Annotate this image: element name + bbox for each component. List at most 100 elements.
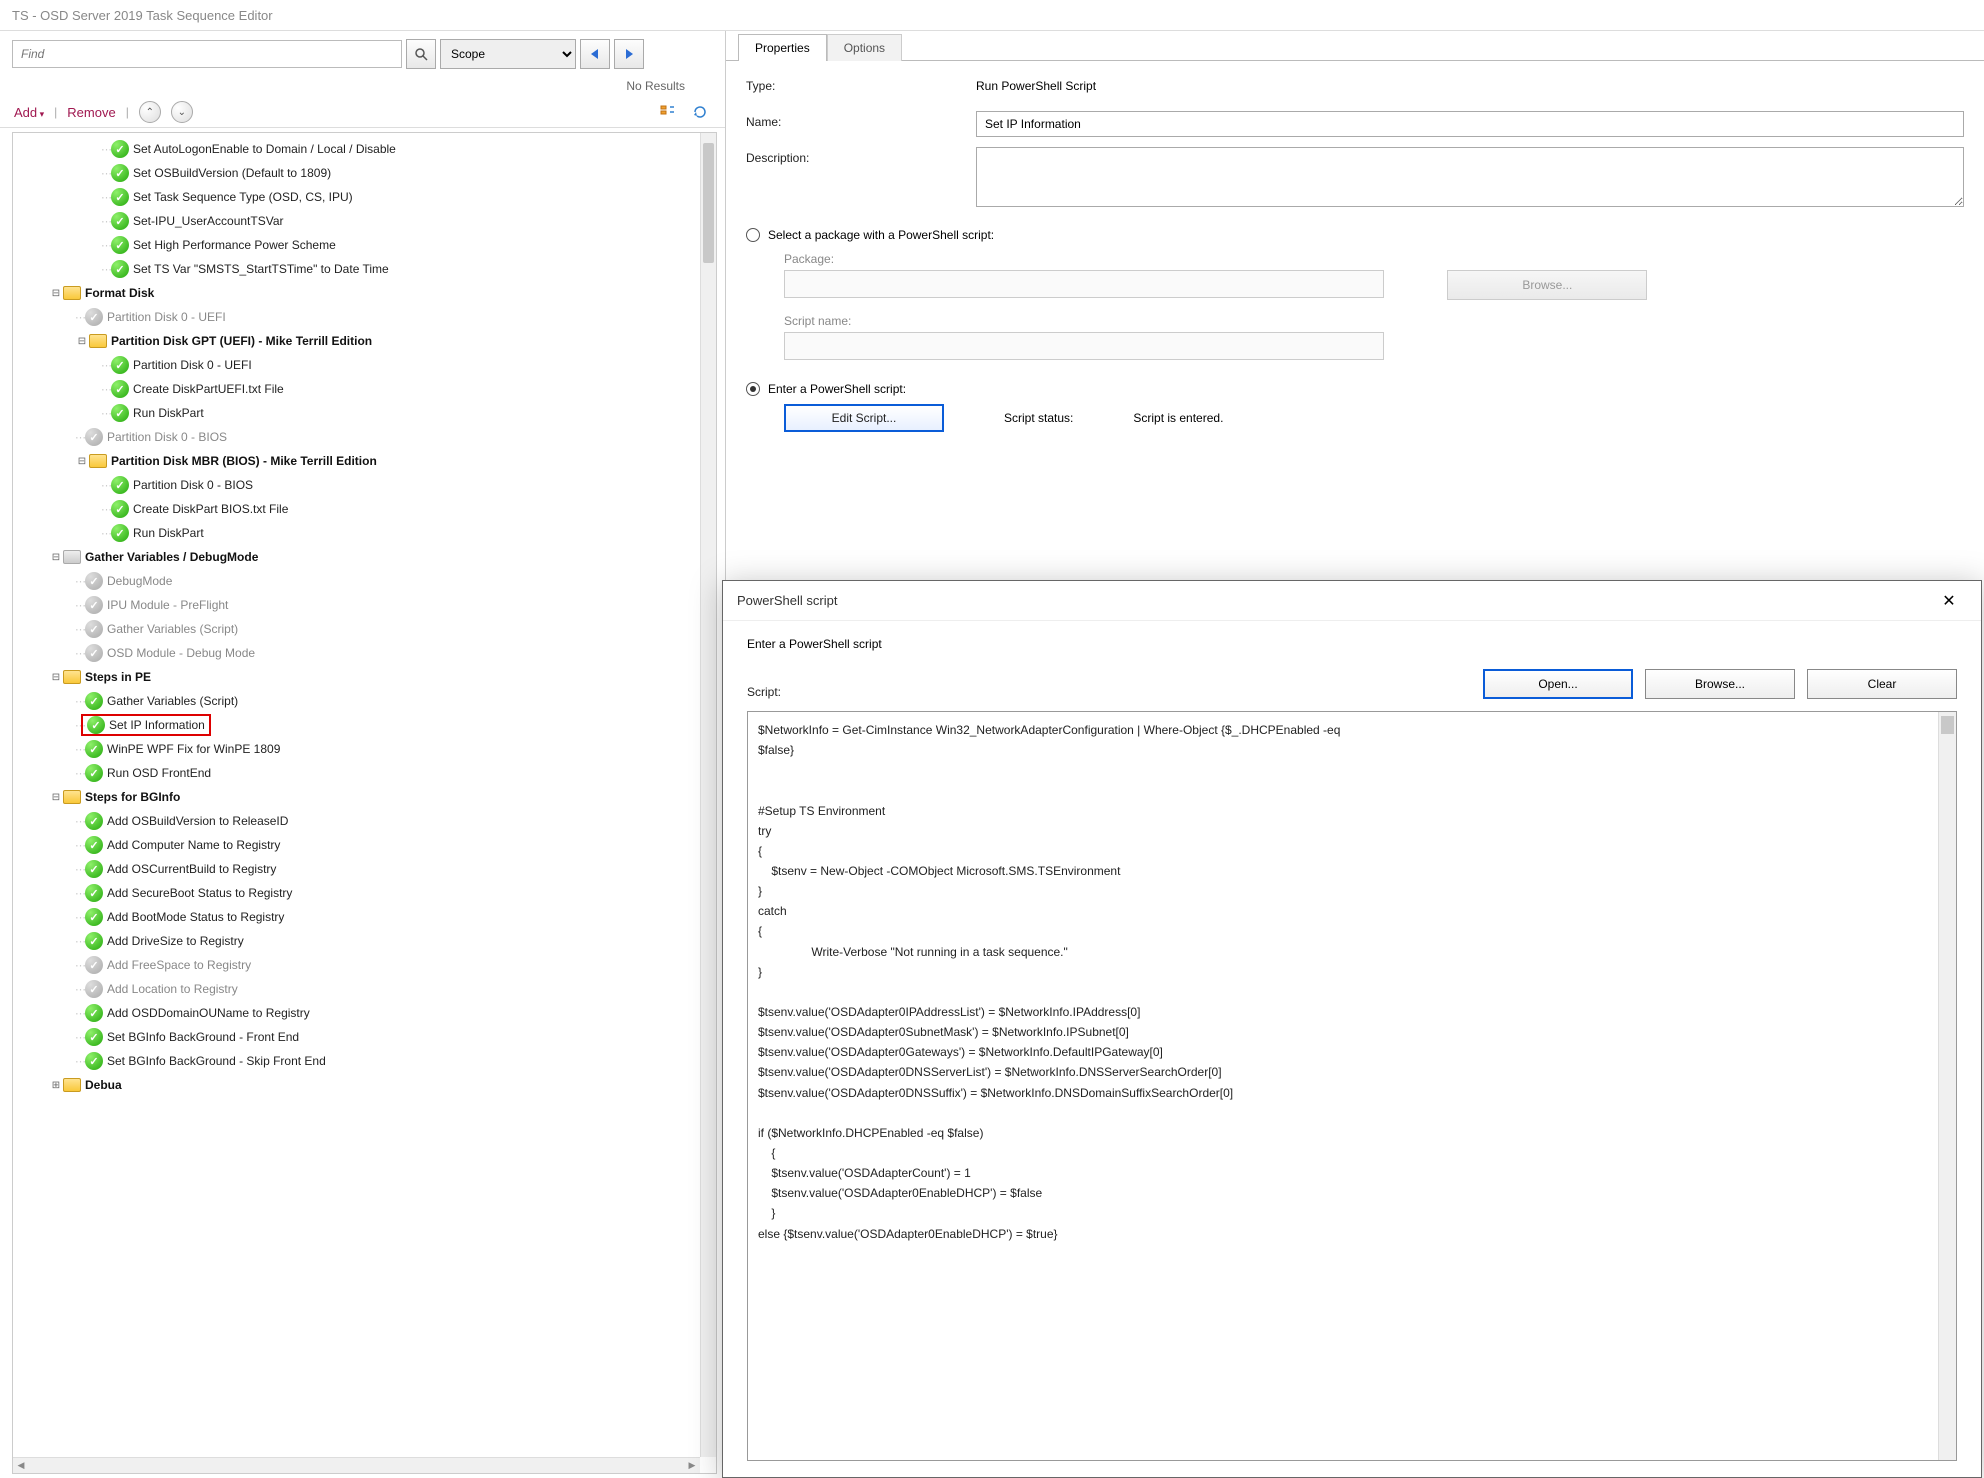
tree-node[interactable]: ⋯Partition Disk 0 - UEFI (13, 353, 700, 377)
tool-icon-2[interactable] (689, 101, 711, 123)
check-icon-disabled (85, 644, 103, 662)
description-field[interactable] (976, 147, 1964, 207)
tree-node[interactable]: ⋯Set OSBuildVersion (Default to 1809) (13, 161, 700, 185)
tree-node[interactable]: ⋯Add Location to Registry (13, 977, 700, 1001)
check-icon (87, 716, 105, 734)
tree-node-label: WinPE WPF Fix for WinPE 1809 (107, 742, 280, 756)
move-up-icon[interactable]: ⌃ (139, 101, 161, 123)
tree-node[interactable]: ⋯IPU Module - PreFlight (13, 593, 700, 617)
search-icon[interactable] (406, 39, 436, 69)
tree-node[interactable]: ⋯WinPE WPF Fix for WinPE 1809 (13, 737, 700, 761)
check-icon (85, 836, 103, 854)
expand-icon[interactable] (75, 456, 89, 467)
edit-script-button[interactable]: Edit Script... (784, 404, 944, 432)
clear-button[interactable]: Clear (1807, 669, 1957, 699)
name-field[interactable] (976, 111, 1964, 137)
tree-node[interactable]: Format Disk (13, 281, 700, 305)
expand-icon[interactable] (49, 288, 63, 299)
script-label: Script: (747, 685, 781, 699)
tree-node[interactable]: Steps for BGInfo (13, 785, 700, 809)
tree-node[interactable]: ⋯DebugMode (13, 569, 700, 593)
tree-node[interactable]: ⋯Set Task Sequence Type (OSD, CS, IPU) (13, 185, 700, 209)
move-down-icon[interactable]: ⌄ (171, 101, 193, 123)
check-icon (85, 1052, 103, 1070)
check-icon (85, 932, 103, 950)
script-vscrollbar[interactable] (1938, 712, 1956, 1460)
search-input[interactable] (12, 40, 402, 68)
tree-node[interactable]: ⋯Add BootMode Status to Registry (13, 905, 700, 929)
tree-node[interactable]: ⋯Set BGInfo BackGround - Skip Front End (13, 1049, 700, 1073)
expand-icon[interactable] (49, 552, 63, 563)
check-icon-disabled (85, 596, 103, 614)
open-button[interactable]: Open... (1483, 669, 1633, 699)
tree-node-label: Add OSDDomainOUName to Registry (107, 1006, 310, 1020)
add-button[interactable]: Add (14, 105, 44, 120)
task-tree[interactable]: ⋯Set AutoLogonEnable to Domain / Local /… (13, 133, 700, 1457)
script-status-label: Script status: (1004, 411, 1073, 425)
tree-node[interactable]: ⋯OSD Module - Debug Mode (13, 641, 700, 665)
prev-result-button[interactable] (580, 39, 610, 69)
tree-node[interactable]: ⋯Run DiskPart (13, 401, 700, 425)
check-icon (85, 692, 103, 710)
tree-node[interactable]: Steps in PE (13, 665, 700, 689)
tree-node[interactable]: ⋯Partition Disk 0 - BIOS (13, 425, 700, 449)
check-icon (85, 860, 103, 878)
package-field (784, 270, 1384, 298)
scriptname-field (784, 332, 1384, 360)
expand-icon[interactable] (49, 1080, 63, 1091)
no-results-label: No Results (0, 77, 725, 97)
tree-node[interactable]: ⋯Set TS Var "SMSTS_StartTSTime" to Date … (13, 257, 700, 281)
tree-node[interactable]: ⋯Add SecureBoot Status to Registry (13, 881, 700, 905)
tree-node[interactable]: ⋯Add OSBuildVersion to ReleaseID (13, 809, 700, 833)
tree-node[interactable]: ⋯Partition Disk 0 - BIOS (13, 473, 700, 497)
tree-node-label: Set Task Sequence Type (OSD, CS, IPU) (133, 190, 353, 204)
tree-node[interactable]: ⋯Add DriveSize to Registry (13, 929, 700, 953)
script-status-value: Script is entered. (1133, 411, 1223, 425)
tab-options[interactable]: Options (827, 34, 902, 61)
tab-properties[interactable]: Properties (738, 34, 827, 61)
check-icon (111, 260, 129, 278)
tree-node[interactable]: ⋯Add OSDDomainOUName to Registry (13, 1001, 700, 1025)
tree-node[interactable]: ⋯Gather Variables (Script) (13, 689, 700, 713)
tree-node[interactable]: Partition Disk MBR (BIOS) - Mike Terrill… (13, 449, 700, 473)
tool-icon-1[interactable] (657, 101, 679, 123)
check-icon (111, 404, 129, 422)
radio-enter-script[interactable] (746, 382, 760, 396)
tree-node[interactable]: ⋯Set AutoLogonEnable to Domain / Local /… (13, 137, 700, 161)
tree-node[interactable]: ⋯Gather Variables (Script) (13, 617, 700, 641)
package-label: Package: (784, 252, 1964, 266)
tree-vscrollbar[interactable] (700, 133, 716, 1457)
tree-hscrollbar[interactable]: ◀▶ (13, 1457, 700, 1473)
scope-select[interactable]: Scope (440, 39, 576, 69)
tree-node[interactable]: ⋯Run OSD FrontEnd (13, 761, 700, 785)
tree-node[interactable]: ⋯Run DiskPart (13, 521, 700, 545)
tree-node[interactable]: ⋯Add FreeSpace to Registry (13, 953, 700, 977)
tree-node[interactable]: ⋯Create DiskPart BIOS.txt File (13, 497, 700, 521)
next-result-button[interactable] (614, 39, 644, 69)
script-textarea[interactable]: $NetworkInfo = Get-CimInstance Win32_Net… (747, 711, 1957, 1461)
expand-icon[interactable] (75, 336, 89, 347)
tree-node[interactable]: ⋯Add Computer Name to Registry (13, 833, 700, 857)
tree-node[interactable]: Gather Variables / DebugMode (13, 545, 700, 569)
remove-button[interactable]: Remove (67, 105, 115, 120)
tree-node[interactable]: ⋯Add OSCurrentBuild to Registry (13, 857, 700, 881)
tree-node[interactable]: ⋯Create DiskPartUEFI.txt File (13, 377, 700, 401)
check-icon-disabled (85, 308, 103, 326)
folder-icon (63, 670, 81, 684)
radio-select-package[interactable] (746, 228, 760, 242)
folder-icon (89, 334, 107, 348)
tree-node[interactable]: ⋯Set BGInfo BackGround - Front End (13, 1025, 700, 1049)
tree-node[interactable]: ⋯Set-IPU_UserAccountTSVar (13, 209, 700, 233)
tree-node[interactable]: Partition Disk GPT (UEFI) - Mike Terrill… (13, 329, 700, 353)
tree-node[interactable]: ⋯Set IP Information (13, 713, 700, 737)
tree-node-label: Partition Disk 0 - UEFI (107, 310, 226, 324)
check-icon (111, 356, 129, 374)
tree-node-label: Partition Disk 0 - BIOS (133, 478, 253, 492)
browse-button[interactable]: Browse... (1645, 669, 1795, 699)
tree-node[interactable]: ⋯Set High Performance Power Scheme (13, 233, 700, 257)
expand-icon[interactable] (49, 792, 63, 803)
close-icon[interactable]: ✕ (1931, 587, 1967, 615)
tree-node[interactable]: Debua (13, 1073, 700, 1097)
tree-node[interactable]: ⋯Partition Disk 0 - UEFI (13, 305, 700, 329)
expand-icon[interactable] (49, 672, 63, 683)
